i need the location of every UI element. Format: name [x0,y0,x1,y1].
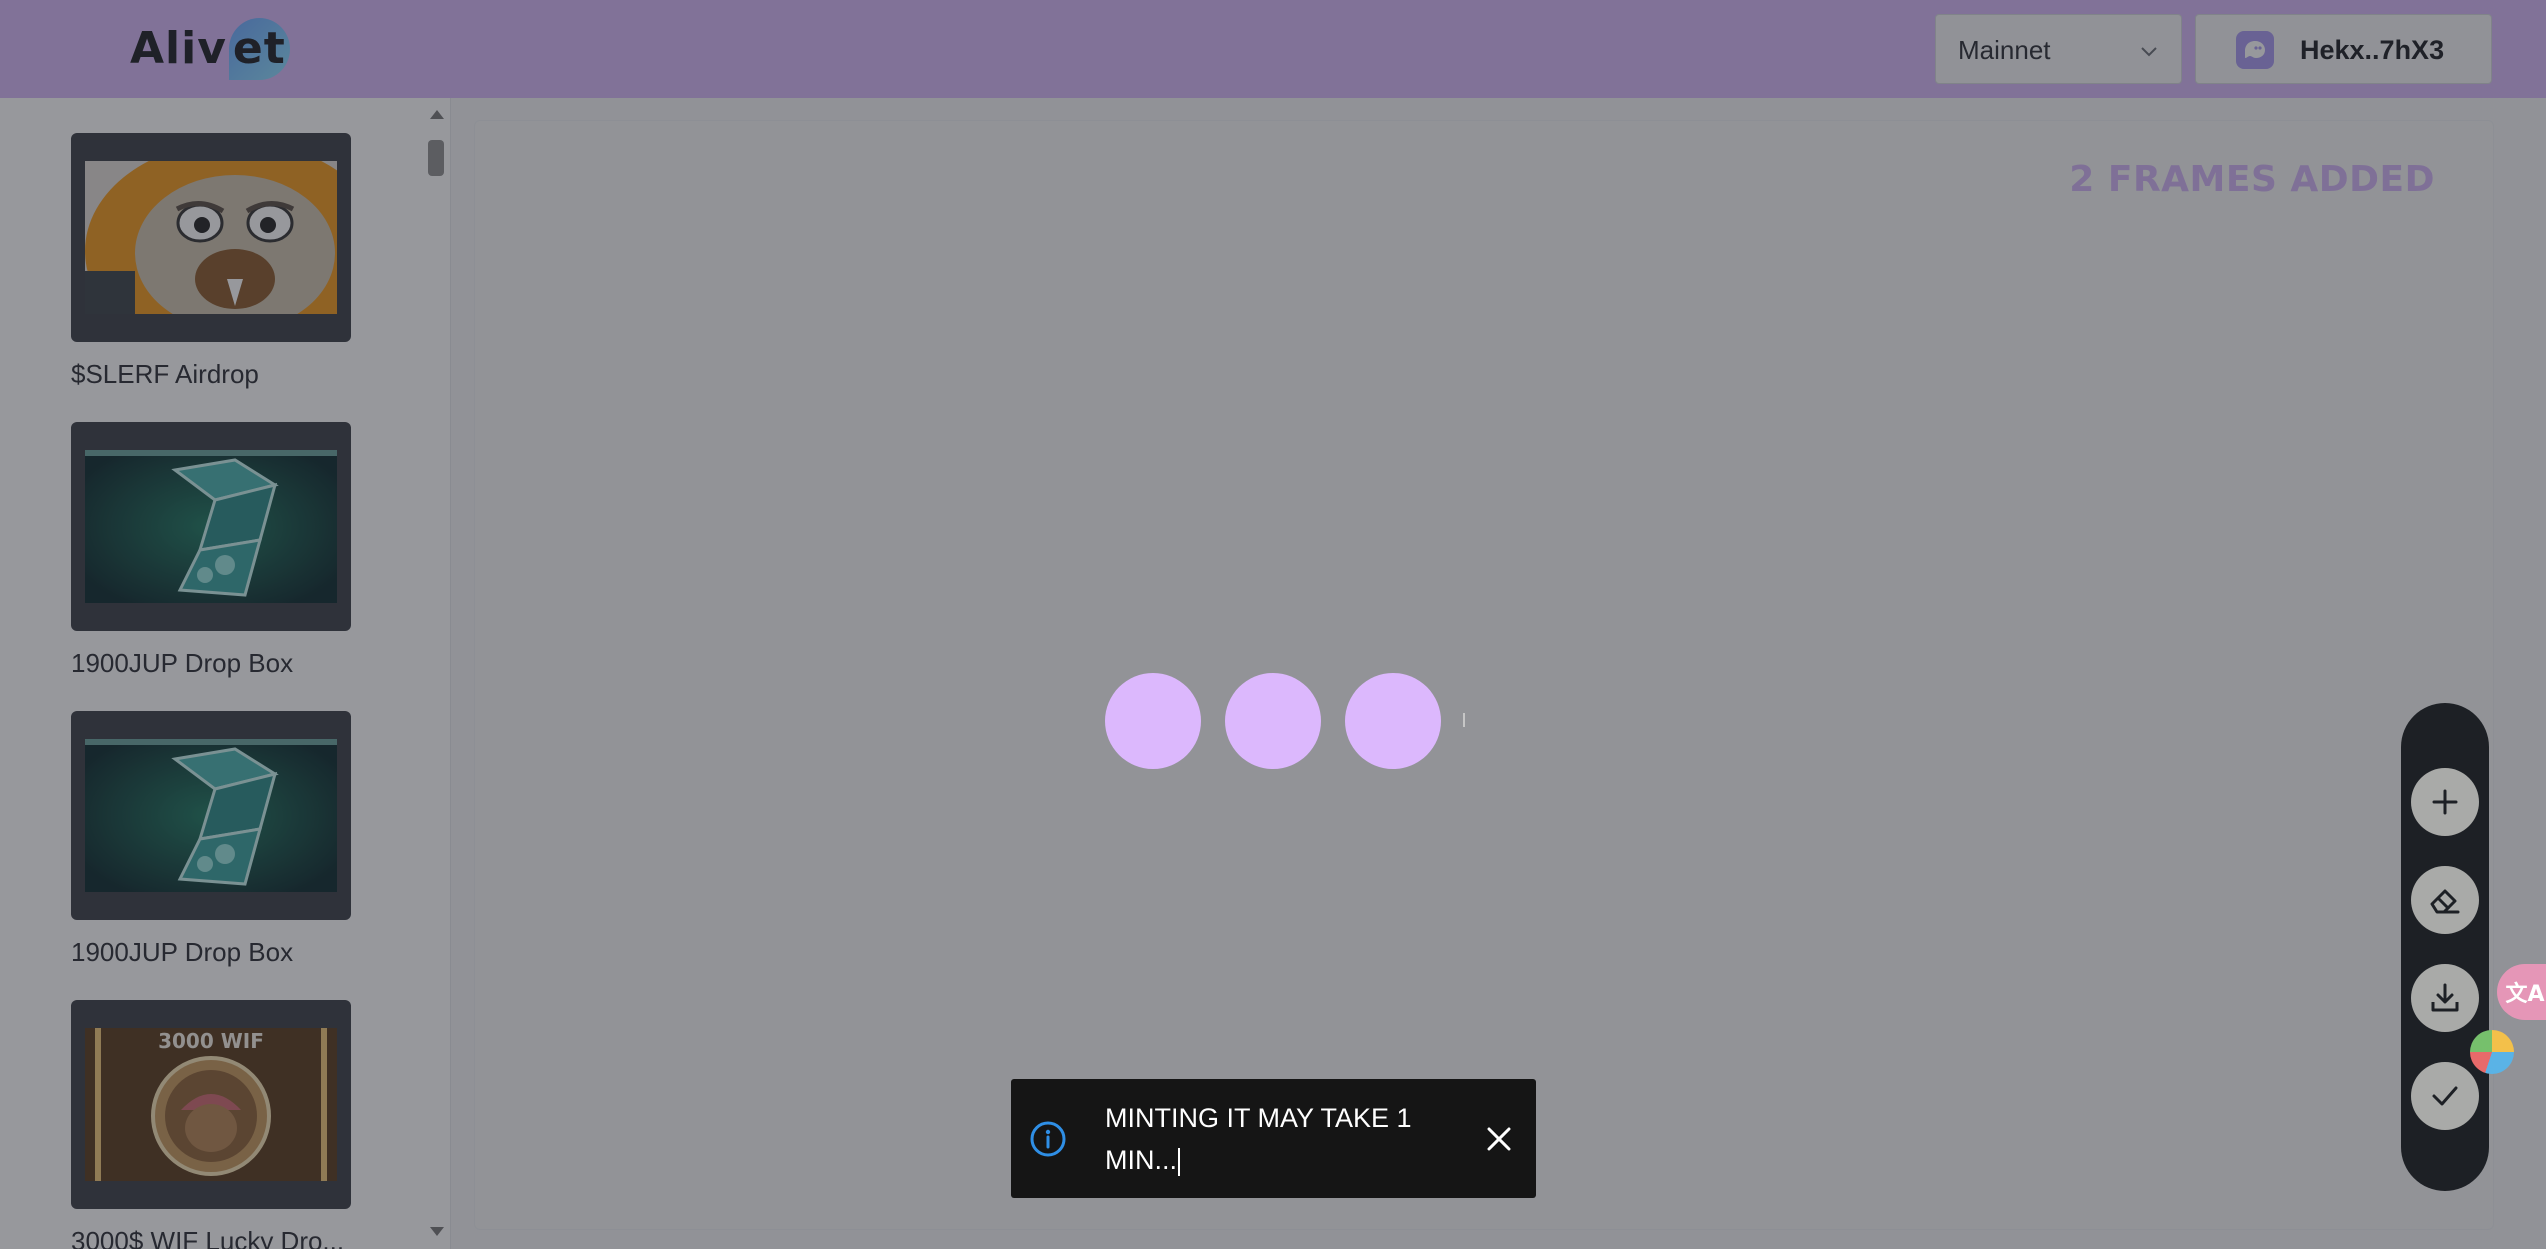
erase-button[interactable] [2411,866,2479,934]
loading-dot [1105,673,1201,769]
loading-dot [1225,673,1321,769]
text-caret [1178,1147,1180,1176]
loading-dot [1345,673,1441,769]
close-icon[interactable] [1481,1121,1517,1157]
app-root: Aliv et Mainnet Hekx..7hX3 $SLERF Airdro… [0,0,2546,1249]
eraser-icon [2430,889,2460,914]
confirm-mint-button[interactable] [2411,1062,2479,1130]
toast-message-text: MINTING IT MAY TAKE 1 MIN... [1105,1103,1412,1175]
translate-extension-tab[interactable]: 文A [2497,964,2546,1020]
canvas-toolbar [2401,703,2489,1191]
check-icon [2432,1086,2458,1106]
toast-message: MINTING IT MAY TAKE 1 MIN... [1105,1097,1435,1181]
download-icon [2431,983,2459,1012]
download-button[interactable] [2411,964,2479,1032]
loading-caret [1463,713,1465,727]
color-palette-icon[interactable] [2470,1030,2514,1074]
translate-icon: 文A [2505,982,2545,1007]
add-icon [2432,789,2458,815]
info-icon [1030,1121,1066,1157]
loading-overlay [0,0,2546,1249]
add-frame-button[interactable] [2411,768,2479,836]
minting-toast: MINTING IT MAY TAKE 1 MIN... [1011,1079,1536,1198]
